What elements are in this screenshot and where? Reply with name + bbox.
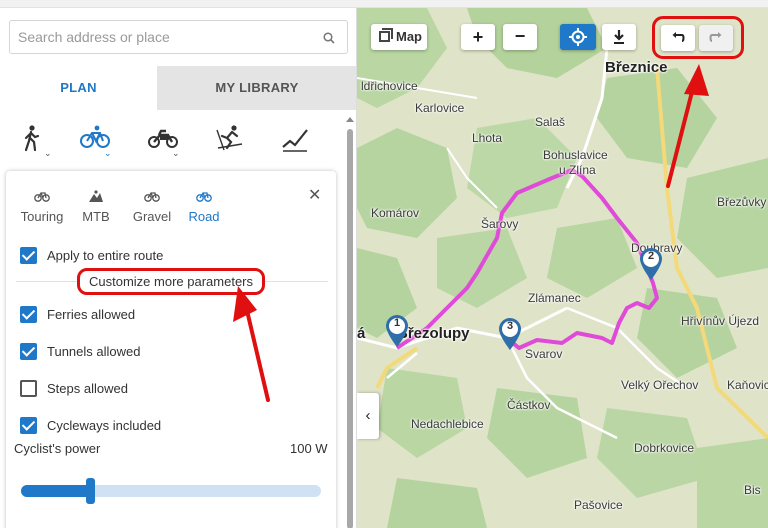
mode-ski[interactable] bbox=[202, 118, 256, 166]
close-icon[interactable]: ✕ bbox=[308, 185, 321, 205]
bike-type-gravel[interactable]: Gravel bbox=[124, 181, 180, 227]
mode-hiking[interactable]: ⌄ bbox=[8, 118, 62, 166]
place-label: á bbox=[357, 325, 366, 342]
option-label: Cycleways included bbox=[47, 418, 162, 433]
chevron-left-icon: ‹ bbox=[365, 407, 371, 424]
place-label: u Zlína bbox=[559, 163, 596, 177]
place-label: Kaňovice bbox=[727, 378, 768, 392]
scroll-up-icon[interactable] bbox=[346, 117, 354, 122]
place-label: Bis bbox=[744, 483, 761, 497]
place-label: Pašovice bbox=[574, 498, 623, 512]
draw-line-icon bbox=[282, 129, 308, 152]
bike-type-label: Road bbox=[188, 209, 220, 224]
place-label: Bohuslavice bbox=[543, 148, 608, 162]
map-view[interactable]: Březnice ldřichovice Karlovice Salaš Lho… bbox=[357, 8, 768, 528]
cyclist-power-slider[interactable] bbox=[21, 478, 321, 504]
mode-cycling[interactable]: ⌄ bbox=[68, 118, 122, 166]
bike-type-label: Gravel bbox=[132, 209, 172, 224]
hiking-icon bbox=[24, 125, 40, 152]
checkbox[interactable] bbox=[20, 306, 37, 323]
search-input[interactable] bbox=[18, 27, 318, 47]
scroll-thumb[interactable] bbox=[347, 129, 353, 528]
place-label: Zlámanec bbox=[528, 291, 581, 305]
bike-options-card: Touring MTB Gravel Road ✕ Apply to entir… bbox=[6, 171, 336, 528]
map-layer-label: Map bbox=[396, 29, 422, 44]
highlight-box bbox=[652, 16, 744, 59]
bike-type-selector: Touring MTB Gravel Road bbox=[14, 181, 274, 227]
place-label: ldřichovice bbox=[361, 79, 418, 93]
waypoint-number: 2 bbox=[647, 250, 655, 262]
waypoint-number: 1 bbox=[393, 317, 401, 329]
layers-icon bbox=[382, 28, 393, 39]
customize-parameters-button[interactable]: Customize more parameters bbox=[77, 268, 265, 295]
waypoint-marker[interactable]: 1 bbox=[384, 314, 410, 348]
zoom-in-button[interactable]: + bbox=[461, 24, 495, 50]
place-label: Karlovice bbox=[415, 101, 465, 115]
waypoint-number: 3 bbox=[506, 320, 514, 332]
panel-tabs: PLAN MY LIBRARY bbox=[0, 66, 356, 110]
mode-motorbike[interactable]: ⌄ bbox=[136, 118, 190, 166]
chevron-down-icon: ⌄ bbox=[172, 148, 180, 158]
option-label: Apply to entire route bbox=[47, 248, 164, 263]
checkbox[interactable] bbox=[20, 417, 37, 434]
place-label: Březnice bbox=[605, 59, 668, 76]
touring-bike-icon bbox=[34, 192, 50, 202]
tab-plan[interactable]: PLAN bbox=[0, 66, 157, 110]
map-layer-button[interactable]: Map bbox=[371, 24, 427, 50]
bike-type-label: MTB bbox=[82, 209, 110, 224]
cyclist-power-value: 100 W bbox=[290, 441, 328, 456]
place-label: Březůvky bbox=[717, 195, 767, 209]
panel-scrollbar[interactable] bbox=[343, 115, 356, 528]
place-label: Lhota bbox=[472, 131, 503, 145]
bike-icon bbox=[80, 125, 110, 148]
option-label: Ferries allowed bbox=[47, 307, 136, 322]
road-bike-icon bbox=[196, 192, 212, 202]
download-icon bbox=[614, 30, 624, 44]
place-label: Velký Ořechov bbox=[621, 378, 699, 392]
search-icon[interactable] bbox=[323, 31, 335, 49]
bike-type-touring[interactable]: Touring bbox=[14, 181, 70, 227]
checkbox[interactable] bbox=[20, 247, 37, 264]
bike-type-mtb[interactable]: MTB bbox=[68, 181, 124, 227]
ski-icon bbox=[216, 125, 243, 151]
collapse-panel-button[interactable]: ‹ bbox=[357, 393, 379, 439]
locate-button[interactable] bbox=[560, 24, 596, 50]
option-label: Steps allowed bbox=[47, 381, 128, 396]
zoom-out-button[interactable]: − bbox=[503, 24, 537, 50]
search-box[interactable] bbox=[9, 20, 348, 54]
locate-icon bbox=[569, 28, 587, 46]
motorbike-icon bbox=[148, 129, 178, 148]
bike-type-label: Touring bbox=[20, 209, 64, 224]
chevron-down-icon: ⌄ bbox=[44, 148, 52, 158]
slider-fill bbox=[21, 485, 90, 497]
mode-draw[interactable] bbox=[268, 118, 322, 166]
gravel-bike-icon bbox=[144, 192, 160, 202]
slider-handle[interactable] bbox=[86, 478, 95, 504]
place-label: Dobrkovice bbox=[634, 441, 695, 455]
top-bar bbox=[0, 0, 768, 8]
activity-modes: ⌄ ⌄ ⌄ bbox=[0, 118, 345, 168]
place-label: Hřivínův Újezd bbox=[681, 314, 760, 328]
mtb-bike-icon bbox=[89, 190, 103, 202]
bike-type-road[interactable]: Road bbox=[176, 181, 232, 227]
cyclist-power-label: Cyclist's power bbox=[14, 441, 101, 456]
option-label: Tunnels allowed bbox=[47, 344, 141, 359]
map-terrain bbox=[357, 8, 768, 528]
waypoint-marker[interactable]: 3 bbox=[497, 317, 523, 351]
place-label: Salaš bbox=[535, 115, 566, 129]
chevron-down-icon: ⌄ bbox=[104, 148, 112, 158]
checkbox[interactable] bbox=[20, 343, 37, 360]
place-label: Nedachlebice bbox=[411, 417, 484, 431]
place-label: Částkov bbox=[507, 398, 551, 412]
place-label: Komárov bbox=[371, 206, 420, 220]
waypoint-marker[interactable]: 2 bbox=[638, 247, 664, 281]
tab-my-library[interactable]: MY LIBRARY bbox=[157, 66, 356, 110]
checkbox[interactable] bbox=[20, 380, 37, 397]
place-label: Šarovy bbox=[481, 217, 519, 231]
download-button[interactable] bbox=[602, 24, 636, 50]
place-label: Svarov bbox=[525, 347, 563, 361]
planner-panel: PLAN MY LIBRARY ⌄ ⌄ ⌄ Touring bbox=[0, 8, 357, 528]
